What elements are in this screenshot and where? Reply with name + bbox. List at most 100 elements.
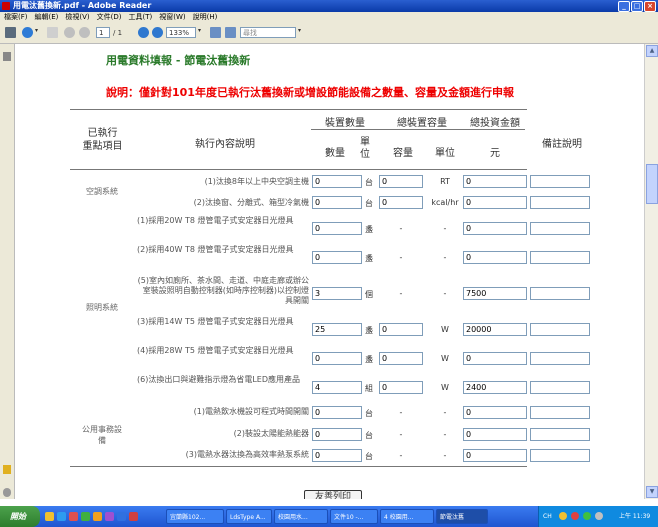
quantity-field[interactable]: 0 — [312, 196, 362, 209]
menu-help[interactable]: 說明(H) — [191, 12, 220, 23]
taskbar-item-active[interactable]: 節電汰舊 — [436, 509, 488, 524]
quicklaunch-icon[interactable] — [45, 512, 54, 521]
scroll-up-icon[interactable]: ▲ — [646, 45, 658, 57]
amount-field[interactable]: 0 — [463, 406, 527, 419]
menu-tools[interactable]: 工具(T) — [127, 12, 155, 23]
zoom-in-icon[interactable] — [152, 27, 163, 38]
comments-icon[interactable] — [3, 465, 11, 474]
quantity-field[interactable]: 0 — [312, 406, 362, 419]
capacity-field[interactable]: 0 — [379, 381, 423, 394]
remark-field[interactable] — [530, 222, 590, 235]
menu-view[interactable]: 檢視(V) — [63, 12, 91, 23]
unit-label: 盞 — [365, 254, 373, 263]
quantity-field[interactable]: 0 — [312, 251, 362, 264]
capacity-unit: W — [441, 325, 449, 334]
next-page-icon[interactable] — [79, 27, 90, 38]
menu-window[interactable]: 視窗(W) — [157, 12, 187, 23]
print-icon[interactable] — [5, 27, 16, 38]
friendly-print-button[interactable]: 友善列印 — [304, 490, 362, 499]
zoom-select[interactable]: 133% — [166, 27, 196, 38]
scroll-thumb[interactable] — [646, 164, 658, 204]
amount-field[interactable]: 0 — [463, 222, 527, 235]
attachment-icon[interactable] — [3, 488, 11, 497]
maximize-button[interactable]: □ — [631, 1, 643, 12]
unit-label: 組 — [365, 384, 373, 393]
capacity-field[interactable]: 0 — [379, 323, 423, 336]
start-button[interactable]: 開始 — [0, 506, 40, 527]
close-button[interactable]: × — [644, 1, 656, 12]
quantity-field[interactable]: 4 — [312, 381, 362, 394]
zoom-dropdown-icon[interactable]: ▾ — [198, 27, 201, 39]
menu-edit[interactable]: 編輯(E) — [33, 12, 61, 23]
fit-width-icon[interactable] — [225, 27, 236, 38]
amount-field[interactable]: 0 — [463, 251, 527, 264]
tray-icon[interactable] — [571, 512, 579, 520]
language-indicator[interactable]: CH — [543, 506, 552, 527]
vertical-scrollbar[interactable]: ▲ ▼ — [644, 44, 658, 499]
menu-document[interactable]: 文件(D) — [95, 12, 124, 23]
amount-field[interactable]: 0 — [463, 175, 527, 188]
capacity-field[interactable]: 0 — [379, 175, 423, 188]
remark-field[interactable] — [530, 352, 590, 365]
fit-page-icon[interactable] — [210, 27, 221, 38]
taskbar-item[interactable]: 4 校園用... — [380, 509, 434, 524]
amount-field[interactable]: 0 — [463, 196, 527, 209]
zoom-out-icon[interactable] — [138, 27, 149, 38]
quantity-field[interactable]: 0 — [312, 449, 362, 462]
quantity-field[interactable]: 0 — [312, 428, 362, 441]
remark-field[interactable] — [530, 449, 590, 462]
remark-field[interactable] — [530, 287, 590, 300]
taskbar-item[interactable]: LdsType A... — [226, 509, 272, 524]
quantity-field[interactable]: 3 — [312, 287, 362, 300]
remark-field[interactable] — [530, 323, 590, 336]
taskbar-item[interactable]: 校園用水... — [274, 509, 328, 524]
quantity-field[interactable]: 0 — [312, 352, 362, 365]
quicklaunch-icon[interactable] — [93, 512, 102, 521]
pages-icon[interactable] — [3, 52, 11, 61]
quicklaunch-icon[interactable] — [129, 512, 138, 521]
remark-field[interactable] — [530, 175, 590, 188]
row-description: (1)汰換8年以上中央空調主機 — [204, 177, 309, 186]
remark-field[interactable] — [530, 381, 590, 394]
window-title: 用電汰舊換新.pdf - Adobe Reader — [13, 1, 152, 10]
taskbar-item[interactable]: 文件10 -... — [330, 509, 378, 524]
minimize-button[interactable]: _ — [618, 1, 630, 12]
quantity-field[interactable]: 25 — [312, 323, 362, 336]
capacity-placeholder: - — [399, 408, 403, 417]
remark-field[interactable] — [530, 428, 590, 441]
search-input[interactable]: 尋找 — [240, 27, 296, 38]
remark-field[interactable] — [530, 251, 590, 264]
amount-field[interactable]: 0 — [463, 428, 527, 441]
amount-field[interactable]: 0 — [463, 352, 527, 365]
menu-file[interactable]: 檔案(F) — [2, 12, 30, 23]
amount-field[interactable]: 20000 — [463, 323, 527, 336]
quicklaunch-icon[interactable] — [69, 512, 78, 521]
tray-icon[interactable] — [595, 512, 603, 520]
remark-field[interactable] — [530, 406, 590, 419]
amount-field[interactable]: 7500 — [463, 287, 527, 300]
amount-field[interactable]: 2400 — [463, 381, 527, 394]
quicklaunch-icon[interactable] — [81, 512, 90, 521]
quantity-field[interactable]: 0 — [312, 222, 362, 235]
quicklaunch-icon[interactable] — [117, 512, 126, 521]
page-number-input[interactable]: 1 — [96, 27, 110, 38]
capacity-field[interactable]: 0 — [379, 196, 423, 209]
amount-field[interactable]: 0 — [463, 449, 527, 462]
capacity-field[interactable]: 0 — [379, 352, 423, 365]
quantity-field[interactable]: 0 — [312, 175, 362, 188]
chevron-down-icon[interactable]: ▾ — [35, 27, 40, 39]
find-icon[interactable] — [47, 27, 58, 38]
previous-page-icon[interactable] — [64, 27, 75, 38]
unit-label: 盞 — [365, 326, 373, 335]
scroll-down-icon[interactable]: ▼ — [646, 486, 658, 498]
row-description: (3)採用14W T5 燈管電子式安定器日光燈具 — [137, 317, 294, 326]
capacity-unit: - — [443, 408, 447, 417]
quicklaunch-icon[interactable] — [57, 512, 66, 521]
tray-icon[interactable] — [559, 512, 567, 520]
remark-field[interactable] — [530, 196, 590, 209]
email-icon[interactable] — [22, 27, 33, 38]
tray-icon[interactable] — [583, 512, 591, 520]
quicklaunch-icon[interactable] — [105, 512, 114, 521]
search-dropdown-icon[interactable]: ▾ — [298, 27, 301, 39]
taskbar-item[interactable]: 宜蘭縣102... — [166, 509, 224, 524]
